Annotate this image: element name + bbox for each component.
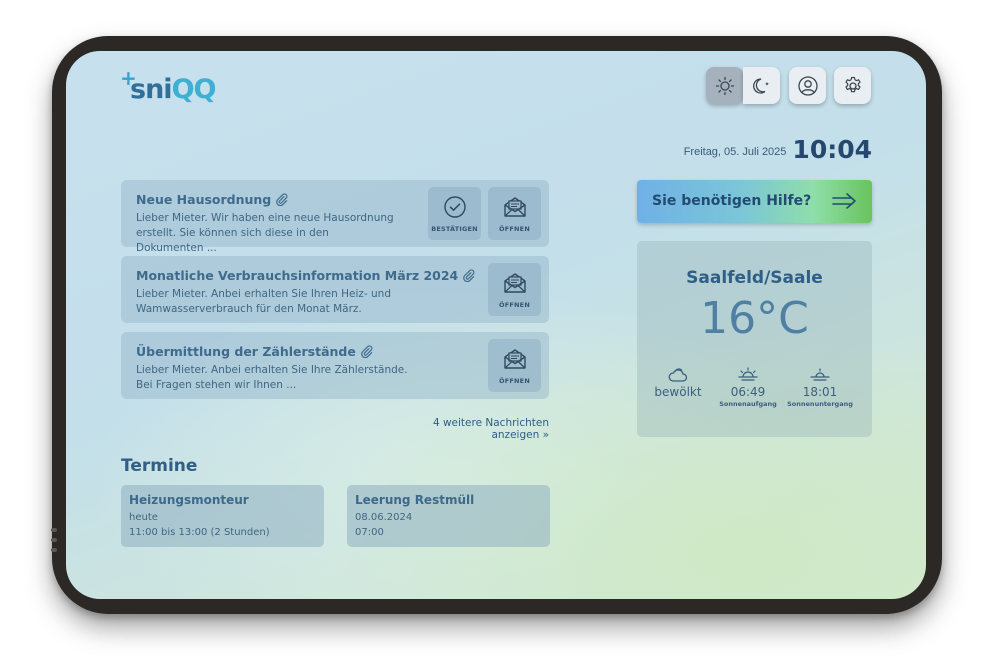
side-button (51, 538, 57, 542)
open-label: ÖFFNEN (499, 377, 530, 385)
appointment-title: Heizungsmonteur (129, 493, 249, 507)
profile-button[interactable] (789, 67, 826, 104)
weather-condition-label: bewölkt (654, 385, 702, 399)
sunset-time: 18:01 (802, 385, 838, 399)
time-label: 10:04 (792, 135, 872, 164)
open-button[interactable]: ÖFFNEN (488, 339, 541, 392)
appointment-time: 07:00 (355, 527, 384, 538)
appointment-title: Leerung Restmüll (355, 493, 475, 507)
paperclip-icon (463, 269, 475, 282)
light-mode-button[interactable] (706, 67, 743, 104)
sunrise-label: Sonnenaufgang (719, 400, 777, 408)
sunset: 18:01 Sonnenuntergang (785, 367, 855, 408)
weather-widget: Saalfeld/Saale 16°C bewölkt 06:49 Sonnen… (637, 241, 872, 437)
open-button[interactable]: ÖFFNEN (488, 263, 541, 316)
check-circle-icon (443, 196, 466, 218)
logo-text: sniQQ (130, 74, 216, 105)
message-card[interactable]: Neue Hausordnung Lieber Mieter. Wir habe… (121, 180, 549, 254)
open-button[interactable]: ÖFFNEN (488, 187, 541, 240)
logo: + sniQQ (120, 66, 220, 109)
message-card[interactable]: Übermittlung der Zählerstände Lieber Mie… (121, 332, 549, 399)
message-body: Lieber Mieter. Wir haben eine neue Hauso… (136, 212, 394, 254)
open-label: ÖFFNEN (499, 225, 530, 233)
sunrise: 06:49 Sonnenaufgang (713, 367, 783, 408)
user-icon (797, 75, 818, 96)
gear-icon (844, 76, 861, 92)
paperclip-icon (360, 345, 373, 358)
confirm-label: BESTÄTIGEN (431, 225, 478, 233)
help-button[interactable]: Sie benötigen Hilfe? (637, 180, 872, 223)
weather-temperature: 16°C (700, 293, 809, 344)
moon-icon (752, 77, 769, 94)
sun-icon (715, 76, 734, 95)
weather-condition: bewölkt (643, 367, 713, 399)
sunrise-time: 06:49 (730, 385, 766, 399)
appointment-date: 08.06.2024 (355, 512, 413, 523)
appointment-date: heute (129, 512, 158, 523)
confirm-button[interactable]: BESTÄTIGEN (428, 187, 481, 240)
paperclip-icon (276, 193, 288, 206)
settings-button[interactable] (834, 67, 871, 104)
sunset-icon (810, 368, 830, 381)
screen: + sniQQ Freitag, 05. Juli 2025 10:04 Neu… (66, 51, 926, 599)
sunrise-icon (738, 367, 758, 381)
help-label: Sie benötigen Hilfe? (652, 193, 812, 209)
message-body: Lieber Mieter. Anbei erhalten Sie Ihren … (136, 288, 391, 315)
appointment-card[interactable]: Leerung Restmüll 08.06.2024 07:00 (347, 485, 550, 547)
cloud-icon (668, 368, 688, 382)
datetime: Freitag, 05. Juli 2025 10:04 (684, 135, 872, 164)
open-envelope-icon (503, 273, 526, 293)
date-label: Freitag, 05. Juli 2025 (683, 146, 787, 158)
message-body: Lieber Mieter. Anbei erhalten Sie Ihre Z… (136, 364, 408, 391)
open-envelope-icon (503, 197, 526, 217)
message-card[interactable]: Monatliche Verbrauchsinformation März 20… (121, 256, 549, 323)
termine-heading: Termine (121, 456, 198, 476)
open-envelope-icon (503, 349, 526, 369)
weather-city: Saalfeld/Saale (686, 268, 823, 288)
appointment-card[interactable]: Heizungsmonteur heute 11:00 bis 13:00 (2… (121, 485, 324, 547)
open-label: ÖFFNEN (499, 301, 530, 309)
message-title: Übermittlung der Zählerstände (136, 344, 373, 359)
more-messages-link[interactable]: 4 weitere Nachrichten anzeigen » (386, 417, 549, 441)
message-title: Neue Hausordnung (136, 192, 288, 207)
arrow-right-icon (832, 193, 856, 209)
appointment-time: 11:00 bis 13:00 (2 Stunden) (129, 527, 270, 538)
side-button (51, 548, 57, 552)
dark-mode-button[interactable] (743, 67, 780, 104)
sunset-label: Sonnenuntergang (787, 400, 853, 408)
side-button (51, 528, 57, 532)
message-title: Monatliche Verbrauchsinformation März 20… (136, 268, 475, 283)
